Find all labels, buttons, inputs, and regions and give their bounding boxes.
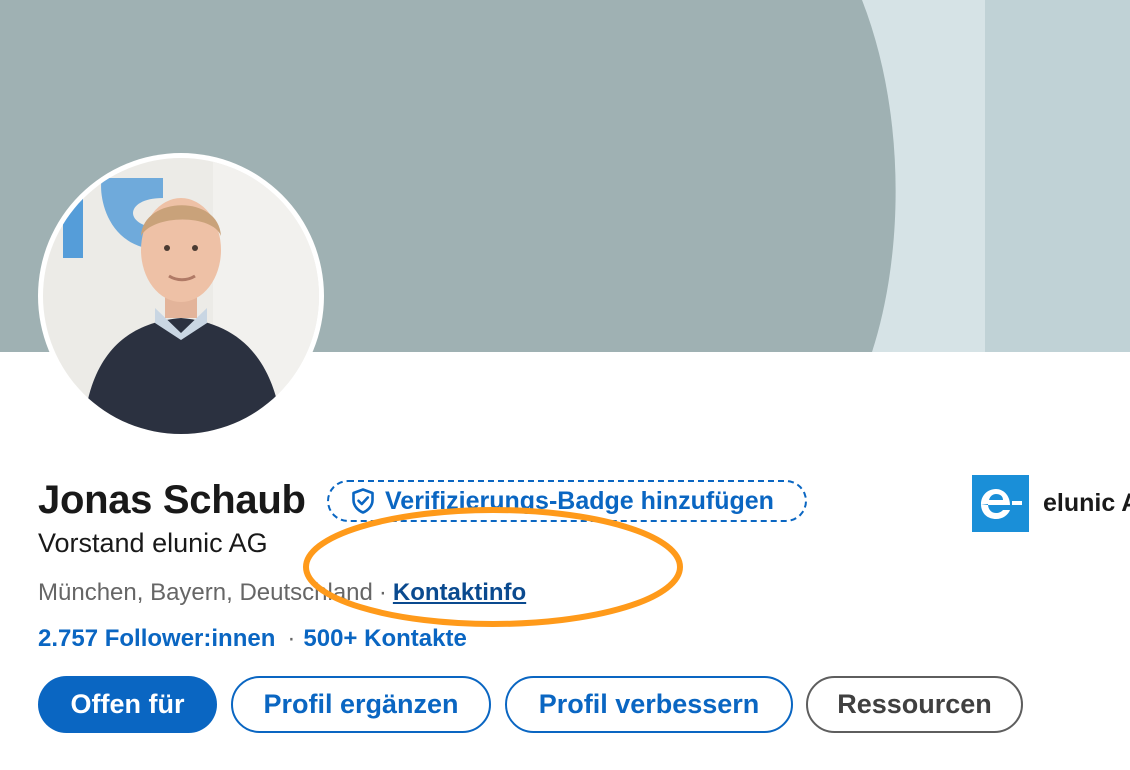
company-name: elunic A [1043,488,1130,517]
separator-dot: · [378,579,387,606]
connections-link[interactable]: 500+ Kontakte [303,625,466,652]
add-verification-badge-button[interactable]: Verifizierungs-Badge hinzufügen [327,480,807,522]
resources-button[interactable]: Ressourcen [806,676,1023,733]
elunic-logo [972,474,1029,532]
complete-profile-button[interactable]: Profil ergänzen [231,676,491,733]
verification-badge-label: Verifizierungs-Badge hinzufügen [385,486,774,515]
improve-profile-button[interactable]: Profil verbessern [505,676,793,733]
profile-photo[interactable] [38,153,324,439]
open-to-button[interactable]: Offen für [38,676,217,733]
profile-headline: Vorstand elunic AG [38,528,268,558]
profile-name: Jonas Schaub [38,478,306,522]
shield-check-icon [352,488,374,514]
contact-info-link[interactable]: Kontaktinfo [393,579,526,606]
company-logo-icon [972,474,1029,532]
separator-dot: · [287,625,296,652]
network-stats: 2.757 Follower:innen · 500+ Kontakte [38,625,467,653]
profile-location: München, Bayern, Deutschland [38,579,373,606]
location-line: München, Bayern, Deutschland · Kontaktinfo [38,579,526,607]
current-company[interactable]: elunic A [972,474,1130,532]
profile-photo-image [43,158,319,434]
followers-link[interactable]: 2.757 Follower:innen [38,625,275,652]
